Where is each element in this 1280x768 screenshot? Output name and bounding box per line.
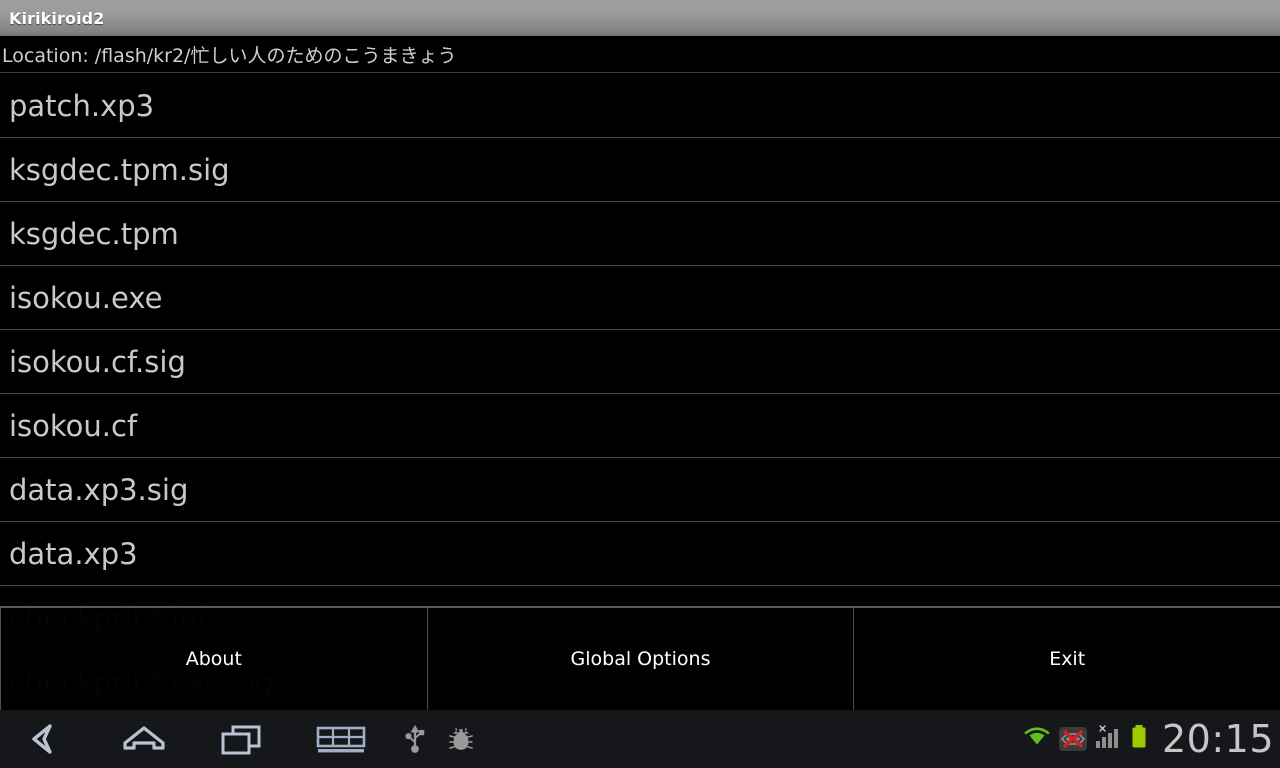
recents-icon[interactable] bbox=[193, 710, 291, 768]
keyboard-icon[interactable] bbox=[291, 710, 391, 768]
battery-full-icon bbox=[1129, 723, 1149, 755]
file-name-label: isokou.cf bbox=[9, 408, 138, 443]
app-title-bar: Kirikiroid2 bbox=[0, 0, 1280, 36]
global-options-button-label: Global Options bbox=[570, 648, 711, 670]
list-item[interactable]: isokou.cf.sig bbox=[0, 330, 1280, 394]
file-name-label: ksgdec.tpm bbox=[9, 216, 179, 251]
list-item[interactable]: data.xp3 bbox=[0, 522, 1280, 586]
bottom-button-bar: About Global Options Exit bbox=[0, 606, 1280, 710]
home-icon[interactable] bbox=[95, 710, 193, 768]
status-clock[interactable]: 20:15 bbox=[1162, 720, 1274, 758]
location-path-label: Location: /flash/kr2/忙しい人のためのこうまきょう bbox=[2, 44, 457, 67]
back-icon[interactable] bbox=[0, 710, 95, 768]
file-name-label: data.xp3 bbox=[9, 536, 138, 571]
about-button-label: About bbox=[185, 648, 242, 670]
signal-bars-no-service-icon bbox=[1094, 724, 1122, 754]
usb-icon[interactable] bbox=[391, 710, 439, 768]
file-name-label: ksgdec.tpm.sig bbox=[9, 152, 230, 187]
file-name-label: isokou.cf.sig bbox=[9, 344, 186, 379]
list-item[interactable]: ksgdec.tpm.sig bbox=[0, 138, 1280, 202]
exit-button-label: Exit bbox=[1049, 648, 1086, 670]
status-icons-area: 20:15 bbox=[1022, 710, 1280, 768]
android-navigation-bar: 20:15 bbox=[0, 710, 1280, 768]
debug-bug-icon[interactable] bbox=[439, 710, 483, 768]
android-screen: Kirikiroid2 Location: /flash/kr2/忙しい人のため… bbox=[0, 0, 1280, 768]
list-item[interactable]: isokou.exe bbox=[0, 266, 1280, 330]
location-bar: Location: /flash/kr2/忙しい人のためのこうまきょう bbox=[0, 36, 1280, 73]
file-name-label: patch.xp3 bbox=[9, 88, 155, 123]
list-item[interactable]: patch.xp3 bbox=[0, 74, 1280, 138]
file-name-label: data.xp3.sig bbox=[9, 472, 189, 507]
file-name-label: isokou.exe bbox=[9, 280, 163, 315]
global-options-button[interactable]: Global Options bbox=[428, 608, 855, 710]
list-item[interactable]: isokou.cf bbox=[0, 394, 1280, 458]
list-item[interactable]: data.xp3.sig bbox=[0, 458, 1280, 522]
list-item[interactable]: ksgdec.tpm bbox=[0, 202, 1280, 266]
ethernet-disconnected-icon bbox=[1058, 727, 1087, 751]
wifi-icon bbox=[1022, 725, 1052, 753]
about-button[interactable]: About bbox=[0, 608, 428, 710]
exit-button[interactable]: Exit bbox=[854, 608, 1280, 710]
app-title: Kirikiroid2 bbox=[9, 8, 105, 28]
